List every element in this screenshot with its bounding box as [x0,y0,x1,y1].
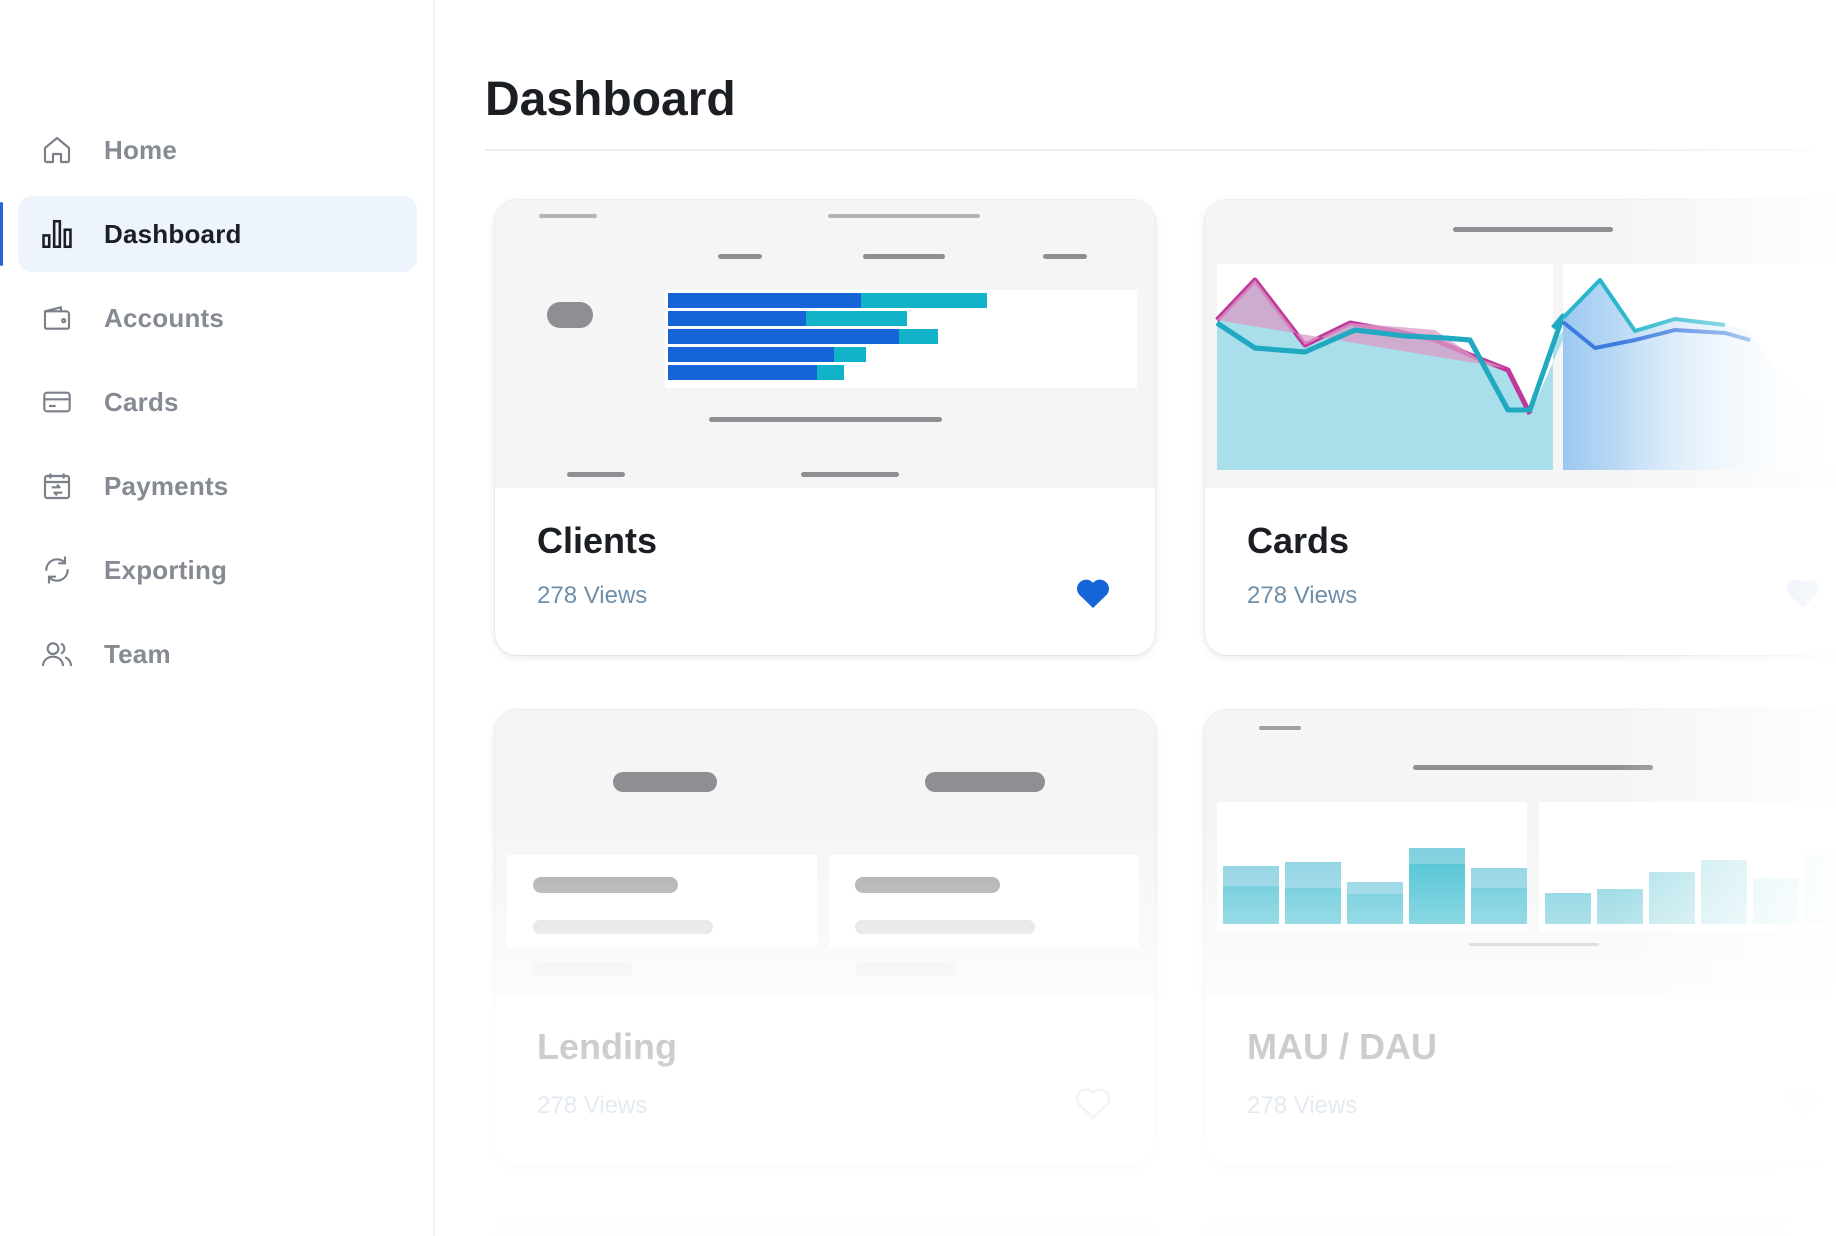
dashboard-card-partial[interactable] [495,1218,1155,1236]
sidebar-item-exporting[interactable]: Exporting [18,532,417,608]
sidebar-item-label: Team [104,638,171,669]
heart-icon[interactable] [1075,1086,1111,1120]
card-preview [495,1218,1155,1236]
bar-chart-icon [40,217,74,251]
home-icon [40,133,74,167]
sidebar-item-label: Home [104,134,178,165]
sidebar-item-accounts[interactable]: Accounts [18,280,417,356]
main-content: Dashboard Clients 278 Views Cards 278 Vi… [437,0,1836,1236]
payments-calendar-icon [40,469,74,503]
dashboard-card-cards[interactable]: Cards 278 Views [1205,200,1836,655]
card-views: 278 Views [1247,582,1358,609]
sidebar-item-label: Cards [104,386,179,417]
wallet-icon [40,301,74,335]
card-preview [1205,710,1836,998]
card-title: MAU / DAU [1247,1026,1437,1067]
card-preview [495,200,1155,488]
bar-chart-thumbnail [539,214,1137,477]
sidebar-item-dashboard[interactable]: Dashboard [0,196,417,272]
column-chart-thumbnail [1217,726,1836,946]
card-title: Clients [537,520,658,561]
card-views: 278 Views [537,582,648,609]
sidebar-nav: Home Dashboard Accounts Cards Payments E… [0,112,435,700]
table-thumbnail [507,772,1139,976]
sidebar-item-label: Dashboard [104,218,242,249]
sidebar-item-cards[interactable]: Cards [18,364,417,440]
dashboard-card-mau-dau[interactable]: MAU / DAU 278 Views [1205,710,1836,1165]
refresh-icon [40,553,74,587]
area-chart-thumbnail [1215,227,1836,470]
credit-card-icon [40,385,74,419]
sidebar-item-label: Payments [104,470,229,501]
card-preview [1205,1218,1836,1236]
card-preview [1205,200,1836,488]
sidebar-item-label: Exporting [104,554,228,585]
heart-icon[interactable] [1075,576,1111,610]
card-views: 278 Views [1247,1092,1358,1119]
dashboard-card-clients[interactable]: Clients 278 Views [495,200,1155,655]
sidebar: Home Dashboard Accounts Cards Payments E… [0,0,435,1236]
card-title: Cards [1247,520,1350,561]
sidebar-item-home[interactable]: Home [18,112,417,188]
sidebar-item-team[interactable]: Team [18,616,417,692]
sidebar-item-payments[interactable]: Payments [18,448,417,524]
title-divider [485,149,1815,151]
heart-icon[interactable] [1785,1086,1821,1120]
card-preview [495,710,1155,998]
page-title: Dashboard [485,73,736,126]
dashboard-card-lending[interactable]: Lending 278 Views [495,710,1155,1165]
card-views: 278 Views [537,1092,648,1119]
users-icon [40,637,74,671]
card-title: Lending [537,1026,677,1067]
sidebar-item-label: Accounts [104,302,225,333]
heart-icon[interactable] [1785,576,1821,610]
active-indicator [0,202,3,266]
dashboard-card-partial[interactable] [1205,1218,1836,1236]
